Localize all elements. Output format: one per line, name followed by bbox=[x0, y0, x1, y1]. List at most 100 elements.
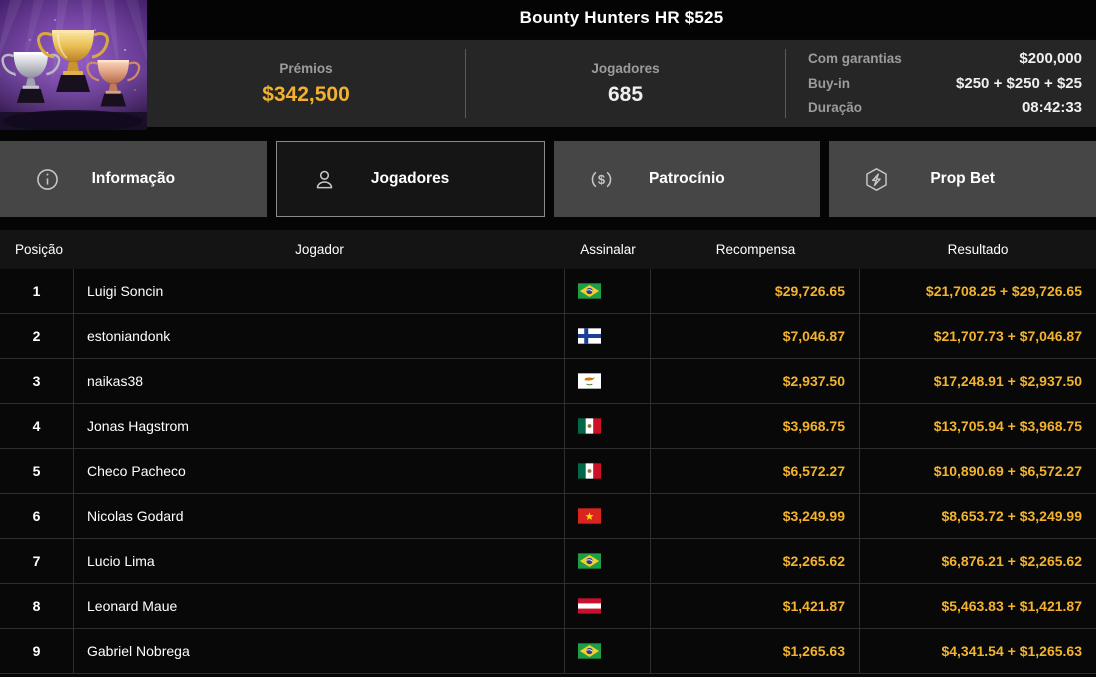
result-amount: $17,248.91 + $2,937.50 bbox=[933, 373, 1082, 389]
position-cell: 9 bbox=[0, 629, 74, 673]
guarantee-label: Com garantias bbox=[808, 51, 902, 66]
sponsor-dollar-icon: $ bbox=[588, 166, 615, 193]
position-cell: 5 bbox=[0, 449, 74, 493]
tab-prop-bet[interactable]: Prop Bet bbox=[829, 141, 1096, 217]
player-name: naikas38 bbox=[74, 359, 565, 403]
position-cell: 6 bbox=[0, 494, 74, 538]
tab-bar: Informação Jogadores $ Patrocínio Prop B… bbox=[0, 141, 1096, 217]
trophies-image bbox=[0, 0, 147, 130]
detail-row-buyin: Buy-in $250 + $250 + $25 bbox=[808, 75, 1082, 92]
reward-amount: $3,249.99 bbox=[651, 494, 860, 538]
flag-brazil-icon bbox=[578, 283, 601, 299]
reward-amount: $1,421.87 bbox=[651, 584, 860, 628]
position-cell: 2 bbox=[0, 314, 74, 358]
guarantee-value: $200,000 bbox=[1019, 50, 1082, 67]
column-header-player: Jogador bbox=[295, 242, 344, 257]
player-name: Leonard Maue bbox=[74, 584, 565, 628]
player-name: Luigi Soncin bbox=[74, 269, 565, 313]
position-cell: 7 bbox=[0, 539, 74, 583]
column-header-reward: Recompensa bbox=[715, 242, 796, 257]
tab-informacao[interactable]: Informação bbox=[0, 141, 267, 217]
buyin-value: $250 + $250 + $25 bbox=[956, 74, 1082, 92]
detail-row-guarantee: Com garantias $200,000 bbox=[808, 50, 1082, 67]
flag-brazil-icon bbox=[578, 553, 601, 569]
table-row[interactable]: 9 Gabriel Nobrega $1,265.63 $4,341.54 + … bbox=[0, 629, 1096, 674]
table-row[interactable]: 5 Checo Pacheco $6,572.27 $10,890.69 + $… bbox=[0, 449, 1096, 494]
result-amount: $13,705.94 + $3,968.75 bbox=[933, 418, 1082, 434]
flag-mexico-icon bbox=[578, 463, 601, 479]
stats-panel: Prémios $342,500 Jogadores 685 Com garan… bbox=[147, 40, 1096, 127]
result-amount: $21,708.25 + $29,726.65 bbox=[925, 283, 1082, 299]
position-cell: 4 bbox=[0, 404, 74, 448]
player-name: estoniandonk bbox=[74, 314, 565, 358]
reward-amount: $2,937.50 bbox=[651, 359, 860, 403]
table-row[interactable]: 3 naikas38 $2,937.50 $17,248.91 + $2,937… bbox=[0, 359, 1096, 404]
reward-amount: $2,265.62 bbox=[651, 539, 860, 583]
table-row[interactable]: 1 Luigi Soncin $29,726.65 $21,708.25 + $… bbox=[0, 269, 1096, 314]
result-amount: $6,876.21 + $2,265.62 bbox=[941, 553, 1082, 569]
result-amount: $10,890.69 + $6,572.27 bbox=[933, 463, 1082, 479]
result-amount: $8,653.72 + $3,249.99 bbox=[941, 508, 1082, 524]
position-cell: 8 bbox=[0, 584, 74, 628]
reward-amount: $29,726.65 bbox=[651, 269, 860, 313]
flag-austria-icon bbox=[578, 598, 601, 614]
flag-cell bbox=[565, 629, 651, 673]
reward-amount: $3,968.75 bbox=[651, 404, 860, 448]
flag-vietnam-icon bbox=[578, 508, 601, 524]
column-header-result: Resultado bbox=[947, 242, 1009, 257]
flag-cell bbox=[565, 449, 651, 493]
column-header-flag: Assinalar bbox=[580, 242, 636, 257]
tab-label: Jogadores bbox=[370, 170, 450, 187]
tournament-title: Bounty Hunters HR $525 bbox=[519, 8, 724, 27]
tab-label: Informação bbox=[91, 170, 176, 187]
flag-cell bbox=[565, 314, 651, 358]
reward-amount: $6,572.27 bbox=[651, 449, 860, 493]
players-value: 685 bbox=[607, 82, 644, 106]
player-name: Jonas Hagstrom bbox=[74, 404, 565, 448]
player-name: Lucio Lima bbox=[74, 539, 565, 583]
prop-bet-hexagon-icon bbox=[863, 166, 890, 193]
info-icon bbox=[34, 166, 61, 193]
svg-text:$: $ bbox=[597, 172, 604, 187]
table-row[interactable]: 4 Jonas Hagstrom $3,968.75 $13,705.94 + … bbox=[0, 404, 1096, 449]
flag-cell bbox=[565, 359, 651, 403]
table-row[interactable]: 8 Leonard Maue $1,421.87 $5,463.83 + $1,… bbox=[0, 584, 1096, 629]
flag-finland-icon bbox=[578, 328, 601, 344]
result-amount: $5,463.83 + $1,421.87 bbox=[941, 598, 1082, 614]
flag-brazil-icon bbox=[578, 643, 601, 659]
player-name: Checo Pacheco bbox=[74, 449, 565, 493]
table-row[interactable]: 2 estoniandonk $7,046.87 $21,707.73 + $7… bbox=[0, 314, 1096, 359]
result-amount: $4,341.54 + $1,265.63 bbox=[941, 643, 1082, 659]
result-amount: $21,707.73 + $7,046.87 bbox=[933, 328, 1082, 344]
flag-cell bbox=[565, 494, 651, 538]
details-block: Com garantias $200,000 Buy-in $250 + $25… bbox=[786, 40, 1096, 127]
tab-patrocinio[interactable]: $ Patrocínio bbox=[553, 141, 821, 217]
players-icon bbox=[311, 166, 338, 193]
prizes-block: Prémios $342,500 bbox=[147, 40, 465, 127]
duration-label: Duração bbox=[808, 100, 863, 115]
reward-amount: $7,046.87 bbox=[651, 314, 860, 358]
title-bar: Bounty Hunters HR $525 bbox=[147, 0, 1096, 36]
players-block: Jogadores 685 bbox=[466, 40, 785, 127]
prizes-label: Prémios bbox=[279, 60, 333, 76]
flag-cell bbox=[565, 404, 651, 448]
player-name: Nicolas Godard bbox=[74, 494, 565, 538]
table-header: Posição Jogador Assinalar Recompensa Res… bbox=[0, 230, 1096, 269]
tab-jogadores[interactable]: Jogadores bbox=[275, 141, 545, 217]
flag-cell bbox=[565, 584, 651, 628]
reward-amount: $1,265.63 bbox=[651, 629, 860, 673]
column-header-position: Posição bbox=[15, 242, 64, 257]
table-row[interactable]: 6 Nicolas Godard $3,249.99 $8,653.72 + $… bbox=[0, 494, 1096, 539]
tab-label: Prop Bet bbox=[930, 170, 995, 187]
tab-label: Patrocínio bbox=[648, 170, 725, 187]
players-table-body: 1 Luigi Soncin $29,726.65 $21,708.25 + $… bbox=[0, 269, 1096, 674]
buyin-label: Buy-in bbox=[808, 75, 850, 91]
flag-cyprus-icon bbox=[578, 373, 601, 389]
flag-mexico-icon bbox=[578, 418, 601, 434]
duration-value: 08:42:33 bbox=[1021, 99, 1082, 116]
flag-cell bbox=[565, 269, 651, 313]
table-row[interactable]: 7 Lucio Lima $2,265.62 $6,876.21 + $2,26… bbox=[0, 539, 1096, 584]
position-cell: 1 bbox=[0, 269, 74, 313]
players-label: Jogadores bbox=[591, 60, 660, 76]
position-cell: 3 bbox=[0, 359, 74, 403]
